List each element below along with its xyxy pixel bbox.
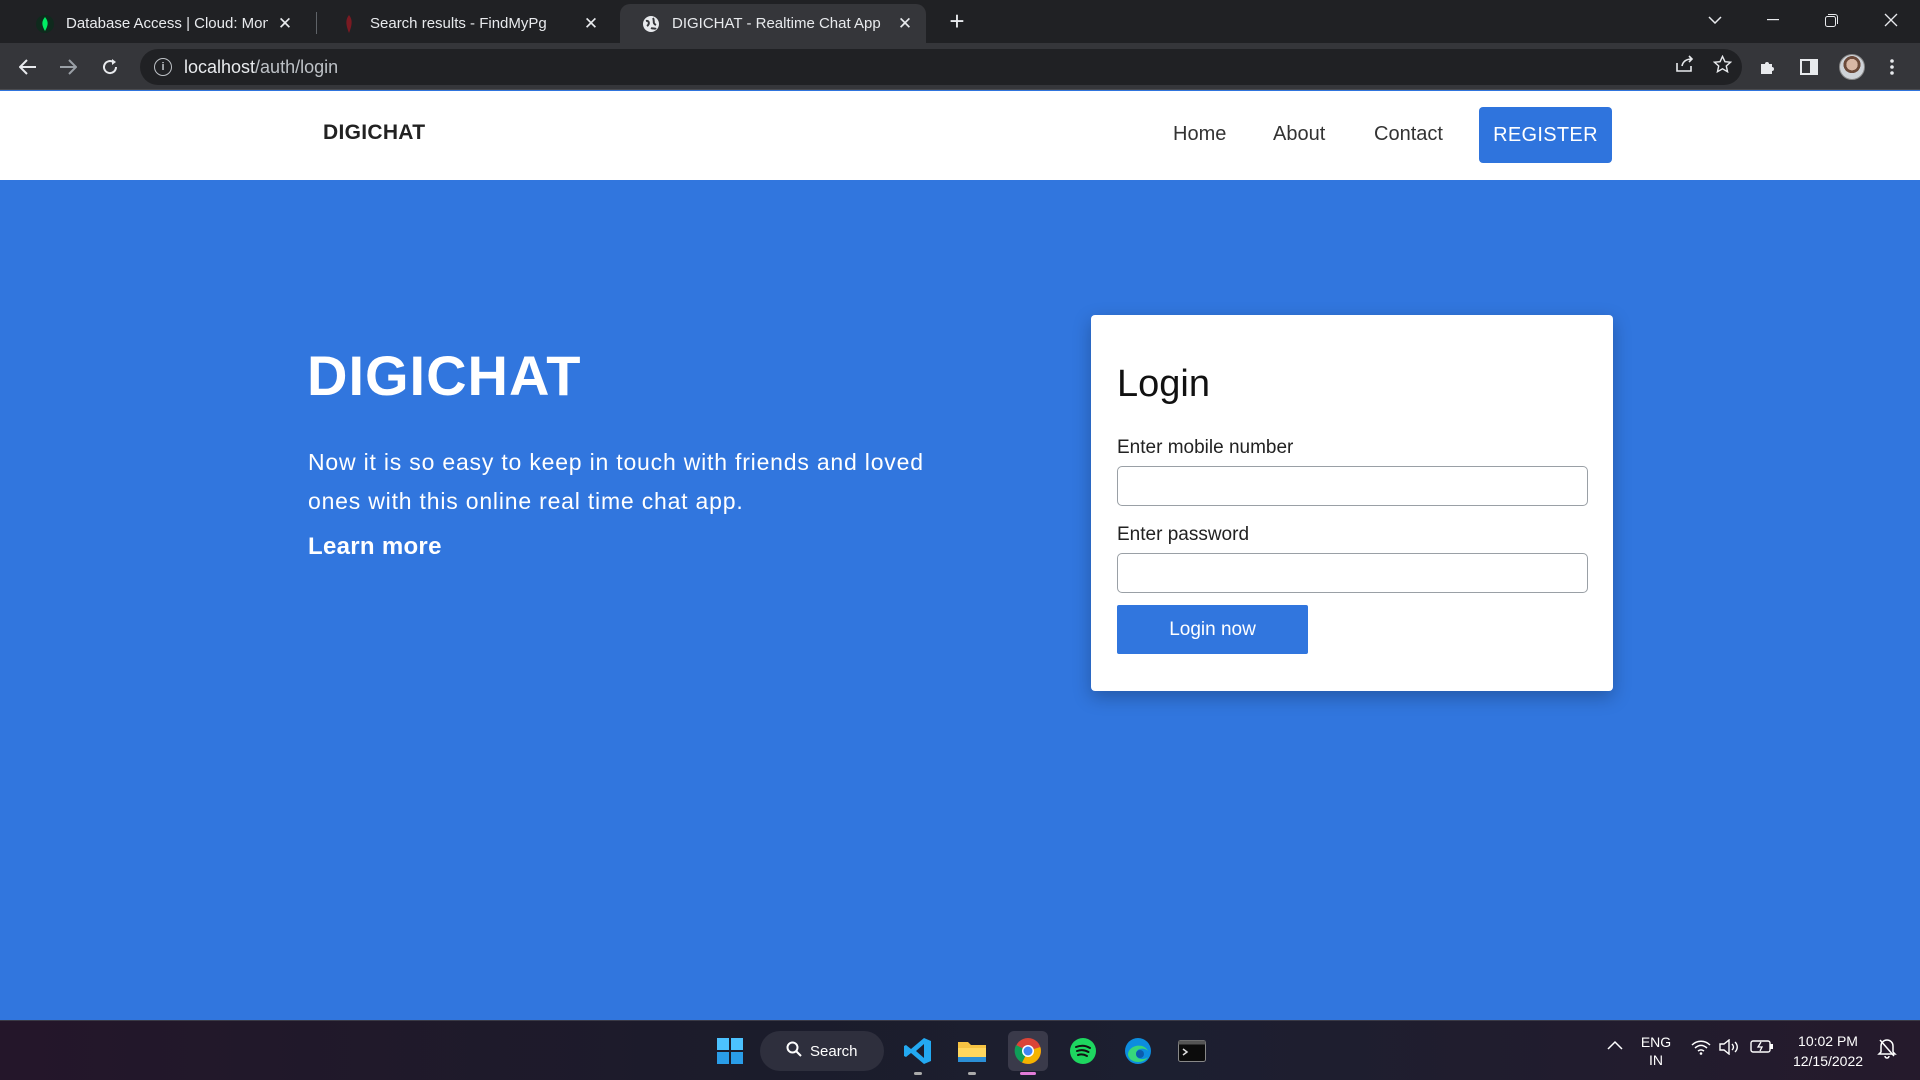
notification-bell-icon[interactable] xyxy=(1876,1037,1898,1062)
minimize-button[interactable] xyxy=(1744,0,1802,40)
hero-title: DIGICHAT xyxy=(307,344,582,407)
vscode-icon[interactable] xyxy=(898,1031,938,1075)
nav-about-link[interactable]: About xyxy=(1273,123,1325,146)
nav-home-link[interactable]: Home xyxy=(1173,123,1226,146)
volume-icon[interactable] xyxy=(1719,1038,1741,1058)
password-label: Enter password xyxy=(1117,524,1250,545)
login-title: Login xyxy=(1117,363,1210,405)
login-now-button[interactable]: Login now xyxy=(1117,605,1308,654)
profile-avatar[interactable] xyxy=(1836,51,1868,83)
file-explorer-icon[interactable] xyxy=(952,1031,992,1075)
reload-icon[interactable] xyxy=(94,51,126,83)
tab-findmypg[interactable]: Search results - FindMyPg ✕ xyxy=(318,4,612,43)
findmypg-icon xyxy=(340,14,358,33)
taskbar-search[interactable]: Search xyxy=(760,1031,884,1071)
search-label: Search xyxy=(810,1042,858,1060)
clock[interactable]: 10:02 PM 12/15/2022 xyxy=(1788,1031,1868,1071)
register-button[interactable]: REGISTER xyxy=(1479,107,1612,163)
windows-taskbar: Search ENG IN 10:02 PM 12/15/2022 xyxy=(0,1020,1920,1080)
close-tab-icon[interactable]: ✕ xyxy=(582,14,600,34)
chevron-up-icon[interactable] xyxy=(1603,1037,1627,1053)
tab-mongodb[interactable]: Database Access | Cloud: MongoDB ✕ xyxy=(14,4,306,43)
language-indicator[interactable]: ENG IN xyxy=(1636,1033,1676,1069)
extensions-puzzle-icon[interactable] xyxy=(1752,51,1784,83)
hero-description: Now it is so easy to keep in touch with … xyxy=(308,449,924,514)
site-info-icon[interactable]: i xyxy=(154,58,172,76)
password-input[interactable] xyxy=(1117,553,1588,593)
login-card: Login Enter mobile number Enter password… xyxy=(1091,315,1613,691)
mobile-label: Enter mobile number xyxy=(1117,437,1294,458)
brand-logo[interactable]: DIGICHAT xyxy=(323,121,425,145)
globe-icon xyxy=(642,15,660,33)
restore-button[interactable] xyxy=(1802,0,1860,40)
chrome-icon[interactable] xyxy=(1008,1031,1048,1075)
share-icon[interactable] xyxy=(1675,55,1695,79)
search-icon xyxy=(786,1041,802,1062)
browser-tab-bar: Database Access | Cloud: MongoDB ✕ Searc… xyxy=(0,0,1920,43)
address-bar[interactable]: i localhost/auth/login xyxy=(140,49,1742,85)
tab-title: Search results - FindMyPg xyxy=(370,15,547,32)
battery-icon[interactable] xyxy=(1750,1039,1774,1056)
tab-digichat[interactable]: DIGICHAT - Realtime Chat App ✕ xyxy=(620,4,926,43)
nav-contact-link[interactable]: Contact xyxy=(1374,123,1443,146)
close-window-button[interactable] xyxy=(1862,0,1920,40)
browser-toolbar: i localhost/auth/login xyxy=(0,43,1920,90)
tab-title: Database Access | Cloud: MongoDB xyxy=(66,15,268,32)
new-tab-button[interactable]: + xyxy=(943,8,971,36)
edge-icon[interactable] xyxy=(1118,1031,1158,1071)
learn-more-link[interactable]: Learn more xyxy=(308,533,442,561)
browser-menu-icon[interactable] xyxy=(1876,51,1908,83)
hero-section: DIGICHAT Now it is so easy to keep in to… xyxy=(0,180,1920,1020)
wifi-icon[interactable] xyxy=(1690,1039,1712,1058)
mongodb-leaf-icon xyxy=(36,14,54,33)
forward-arrow-icon[interactable] xyxy=(52,51,84,83)
close-tab-icon[interactable]: ✕ xyxy=(896,14,914,34)
url-text: localhost/auth/login xyxy=(184,56,339,77)
mobile-number-input[interactable] xyxy=(1117,466,1588,506)
bookmark-star-icon[interactable] xyxy=(1712,54,1733,79)
spotify-icon[interactable] xyxy=(1063,1031,1103,1071)
back-arrow-icon[interactable] xyxy=(12,51,44,83)
tab-search-chevron-icon[interactable] xyxy=(1686,0,1744,40)
terminal-icon[interactable] xyxy=(1172,1031,1212,1071)
windows-start-icon[interactable] xyxy=(710,1031,750,1071)
side-panel-icon[interactable] xyxy=(1793,51,1825,83)
site-navbar: DIGICHAT Home About Contact REGISTER xyxy=(0,91,1920,180)
close-tab-icon[interactable]: ✕ xyxy=(276,14,294,34)
tab-title: DIGICHAT - Realtime Chat App xyxy=(672,15,881,32)
